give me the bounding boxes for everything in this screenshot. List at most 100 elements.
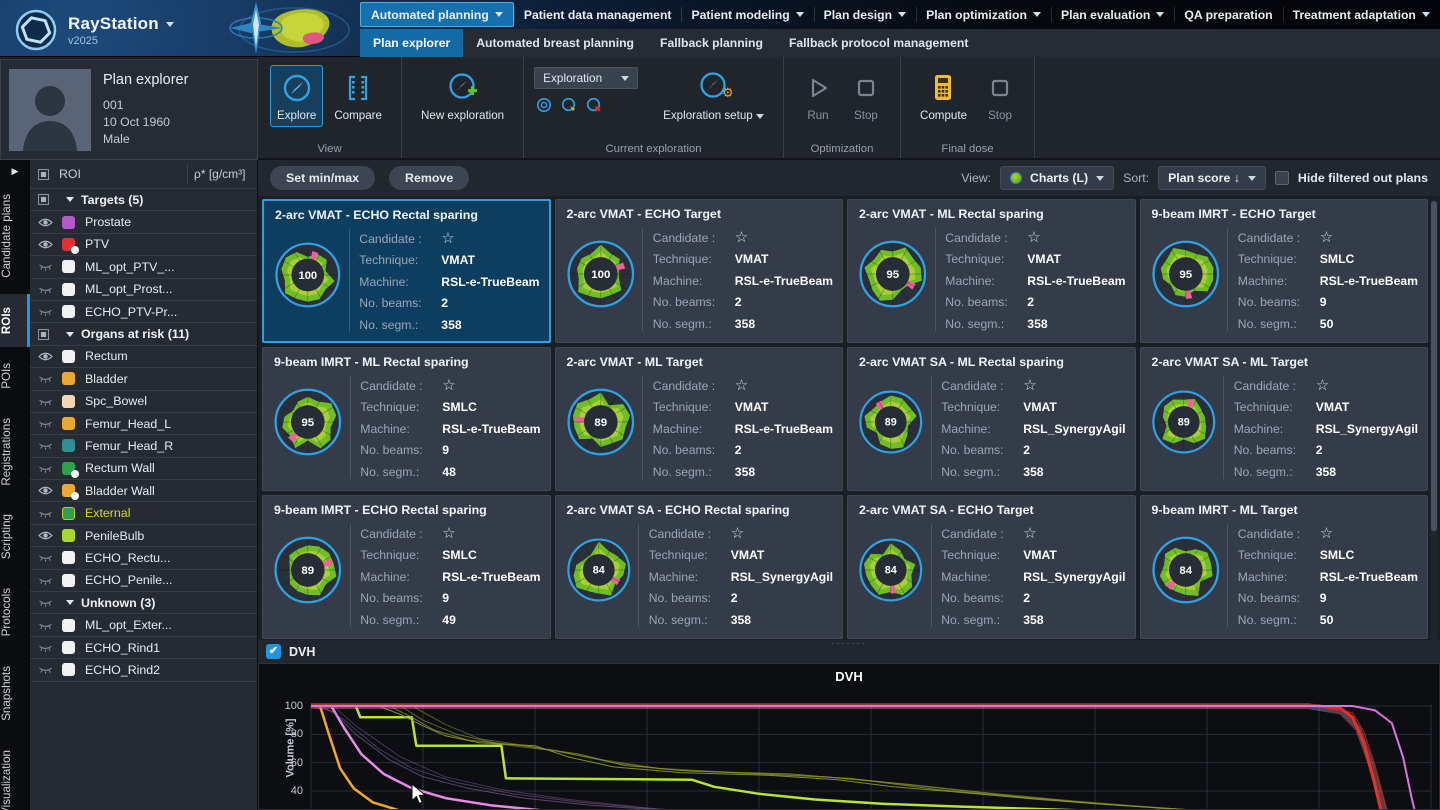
candidate-star-icon[interactable]: ☆ [1320, 527, 1333, 541]
compare-button[interactable]: Compare [327, 65, 389, 127]
visibility-toggle[interactable] [38, 239, 62, 250]
visibility-toggle[interactable] [38, 508, 62, 519]
nav-tab-treatment-adaptation[interactable]: Treatment adaptation [1283, 2, 1440, 27]
select-all-checkbox[interactable] [38, 169, 49, 180]
roi-row-spc-bowel[interactable]: Spc_Bowel [30, 391, 257, 413]
roi-row-ml-opt-ptv[interactable]: ML_opt_PTV_... [30, 256, 257, 278]
nav-tab-patient-data-management[interactable]: Patient data management [514, 2, 682, 27]
exploration-delete-icon[interactable] [586, 97, 602, 113]
roi-row-penilebulb[interactable]: PenileBulb [30, 525, 257, 547]
run-button[interactable]: Run [796, 65, 840, 127]
stop-final-dose-button[interactable]: Stop [978, 65, 1022, 127]
roi-row-bladder-wall[interactable]: Bladder Wall [30, 480, 257, 502]
visibility-toggle[interactable] [38, 664, 62, 675]
nav-tab-patient-modeling[interactable]: Patient modeling [681, 2, 813, 27]
nav-tab-qa-preparation[interactable]: QA preparation [1174, 2, 1282, 27]
collapse-arrow-icon[interactable]: ▶ [0, 160, 30, 181]
plan-card-9-beam-imrt-ml-rectal-sparing[interactable]: 9-beam IMRT - ML Rectal sparing95Candida… [262, 347, 551, 491]
plan-card-9-beam-imrt-echo-target[interactable]: 9-beam IMRT - ECHO Target95Candidate :☆T… [1140, 199, 1429, 343]
candidate-star-icon[interactable]: ☆ [735, 231, 748, 245]
subnav-tab-fallback-planning[interactable]: Fallback planning [647, 29, 776, 57]
visibility-toggle[interactable] [38, 485, 62, 496]
group-checkbox[interactable] [38, 329, 49, 340]
roi-group-organs-at-risk-11[interactable]: Organs at risk (11) [30, 323, 257, 345]
visibility-toggle[interactable] [38, 396, 62, 407]
dvh-plot[interactable] [259, 664, 1439, 809]
roi-row-echo-penile[interactable]: ECHO_Penile... [30, 570, 257, 592]
plan-card-2-arc-vmat-sa-ml-rectal-sparing[interactable]: 2-arc VMAT SA - ML Rectal sparing89Candi… [847, 347, 1136, 491]
roi-row-rectum-wall[interactable]: Rectum Wall [30, 458, 257, 480]
visibility-toggle[interactable] [38, 575, 62, 586]
roi-row-ml-opt-exter[interactable]: ML_opt_Exter... [30, 614, 257, 636]
dvh-checkbox[interactable]: ✔ [266, 644, 281, 659]
nav-tab-automated-planning[interactable]: Automated planning [360, 2, 514, 27]
roi-row-echo-ptv-pr[interactable]: ECHO_PTV-Pr... [30, 301, 257, 323]
plan-card-2-arc-vmat-ml-rectal-sparing[interactable]: 2-arc VMAT - ML Rectal sparing95Candidat… [847, 199, 1136, 343]
nav-tab-plan-evaluation[interactable]: Plan evaluation [1051, 2, 1174, 27]
side-tab-candidate-plans[interactable]: Candidate plans [0, 181, 30, 291]
visibility-toggle[interactable] [38, 463, 62, 474]
plan-card-9-beam-imrt-ml-target[interactable]: 9-beam IMRT - ML Target84Candidate :☆Tec… [1140, 495, 1429, 639]
visibility-toggle[interactable] [38, 351, 62, 362]
visibility-toggle[interactable] [38, 642, 62, 653]
candidate-star-icon[interactable]: ☆ [1316, 379, 1329, 393]
visibility-toggle[interactable] [38, 620, 62, 631]
exploration-edit-icon[interactable] [561, 97, 577, 113]
group-checkbox[interactable] [38, 194, 49, 205]
candidate-star-icon[interactable]: ☆ [1023, 379, 1036, 393]
visibility-toggle[interactable] [38, 440, 62, 451]
visibility-toggle[interactable] [38, 373, 62, 384]
side-tab-visualization[interactable]: Visualization [0, 737, 30, 810]
roi-row-femur-head-r[interactable]: Femur_Head_R [30, 435, 257, 457]
candidate-star-icon[interactable]: ☆ [442, 379, 455, 393]
visibility-toggle[interactable] [38, 306, 62, 317]
visibility-toggle[interactable] [38, 261, 62, 272]
candidate-star-icon[interactable]: ☆ [441, 232, 454, 246]
plan-card-2-arc-vmat-sa-echo-target[interactable]: 2-arc VMAT SA - ECHO Target84Candidate :… [847, 495, 1136, 639]
visibility-toggle[interactable] [38, 418, 62, 429]
stop-optimization-button[interactable]: Stop [844, 65, 888, 127]
subnav-tab-automated-breast-planning[interactable]: Automated breast planning [463, 29, 647, 57]
candidate-star-icon[interactable]: ☆ [731, 527, 744, 541]
subnav-tab-fallback-protocol-management[interactable]: Fallback protocol management [776, 29, 981, 57]
roi-row-ptv[interactable]: PTV [30, 234, 257, 256]
plan-card-2-arc-vmat-sa-echo-rectal-sparing[interactable]: 2-arc VMAT SA - ECHO Rectal sparing84Can… [555, 495, 844, 639]
exploration-select[interactable]: Exploration [534, 67, 638, 89]
roi-row-femur-head-l[interactable]: Femur_Head_L [30, 413, 257, 435]
subnav-tab-plan-explorer[interactable]: Plan explorer [360, 29, 463, 57]
visibility-toggle[interactable] [38, 284, 62, 295]
side-tab-rois[interactable]: ROIs [0, 294, 30, 347]
app-brand[interactable]: RayStation v2025 [14, 8, 174, 52]
visibility-toggle[interactable] [38, 552, 62, 563]
roi-row-rectum[interactable]: Rectum [30, 346, 257, 368]
candidate-star-icon[interactable]: ☆ [735, 379, 748, 393]
visibility-toggle[interactable] [38, 530, 62, 541]
side-tab-pois[interactable]: POIs [0, 350, 30, 402]
side-tab-protocols[interactable]: Protocols [0, 575, 30, 649]
roi-row-echo-rind1[interactable]: ECHO_Rind1 [30, 637, 257, 659]
side-tab-scripting[interactable]: Scripting [0, 501, 30, 572]
nav-tab-plan-design[interactable]: Plan design [814, 2, 916, 27]
new-exploration-button[interactable]: New exploration [414, 65, 511, 127]
plan-card-2-arc-vmat-echo-target[interactable]: 2-arc VMAT - ECHO Target100Candidate :☆T… [555, 199, 844, 343]
candidate-star-icon[interactable]: ☆ [1320, 231, 1333, 245]
nav-tab-plan-optimization[interactable]: Plan optimization [916, 2, 1051, 27]
explore-button[interactable]: Explore [270, 65, 323, 127]
plan-card-9-beam-imrt-echo-rectal-sparing[interactable]: 9-beam IMRT - ECHO Rectal sparing89Candi… [262, 495, 551, 639]
roi-row-ml-opt-prost[interactable]: ML_opt_Prost... [30, 279, 257, 301]
hide-filtered-checkbox[interactable] [1275, 171, 1289, 185]
roi-group-targets-5[interactable]: Targets (5) [30, 189, 257, 211]
plan-card-2-arc-vmat-ml-target[interactable]: 2-arc VMAT - ML Target89Candidate :☆Tech… [555, 347, 844, 491]
exploration-setup-button[interactable]: ⚙ Exploration setup [656, 65, 771, 127]
cards-scrollbar-thumb[interactable] [1431, 201, 1437, 531]
roi-group-unknown-3[interactable]: Unknown (3) [30, 592, 257, 614]
candidate-star-icon[interactable]: ☆ [1023, 527, 1036, 541]
candidate-star-icon[interactable]: ☆ [1027, 231, 1040, 245]
cards-scrollbar[interactable] [1430, 199, 1438, 640]
side-tab-snapshots[interactable]: Snapshots [0, 653, 30, 734]
roi-row-bladder[interactable]: Bladder [30, 368, 257, 390]
roi-row-external[interactable]: External [30, 502, 257, 524]
candidate-star-icon[interactable]: ☆ [442, 527, 455, 541]
sort-select[interactable]: Plan score ↓ [1158, 166, 1266, 190]
exploration-copy-icon[interactable] [536, 97, 552, 113]
